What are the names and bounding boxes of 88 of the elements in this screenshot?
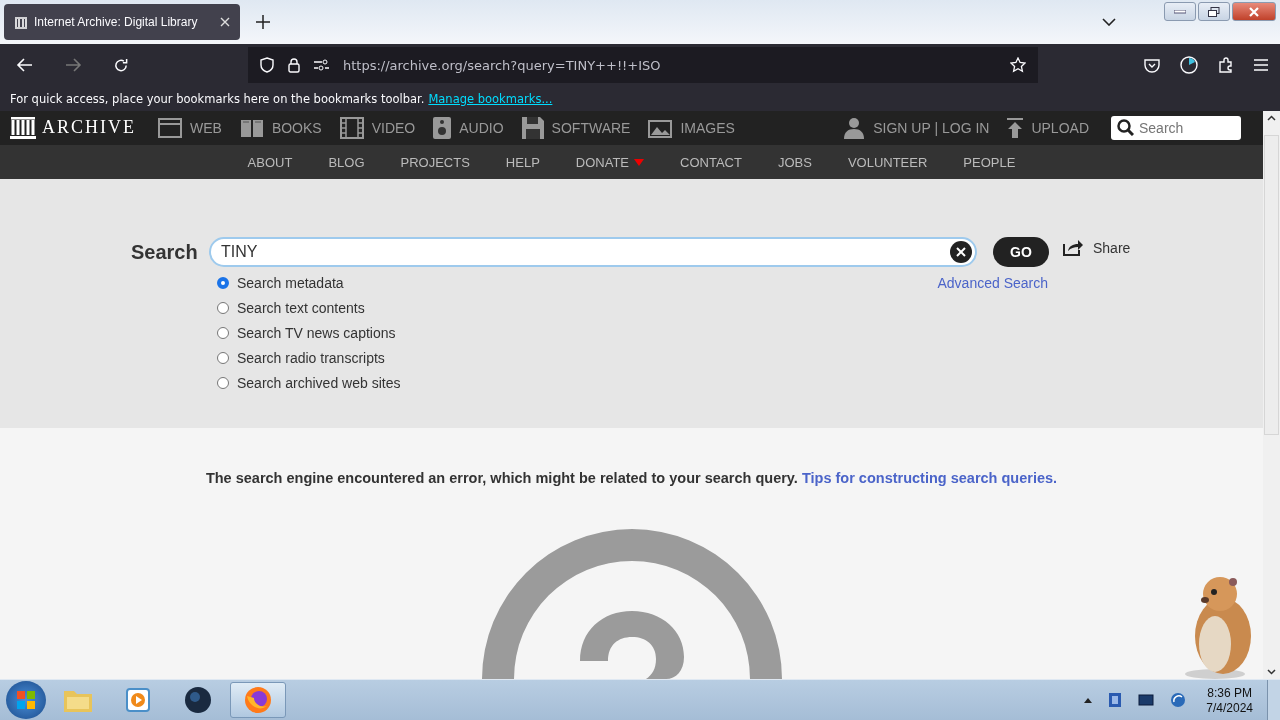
radio-button[interactable] — [217, 327, 229, 340]
radio-button[interactable] — [217, 352, 229, 365]
menu-icon[interactable] — [1254, 59, 1268, 71]
browser-tab[interactable]: Internet Archive: Digital Library — [4, 4, 240, 40]
search-option-radio[interactable]: Search radio transcripts — [217, 348, 401, 369]
columns-icon — [14, 15, 28, 29]
sub-nav-link[interactable]: HELP — [505, 154, 540, 170]
scrollbar[interactable] — [1263, 111, 1280, 679]
puzzle-icon[interactable] — [1218, 57, 1234, 73]
advanced-search-link[interactable]: Advanced Search — [937, 273, 1048, 294]
share-icon — [1063, 239, 1083, 257]
start-button[interactable] — [6, 681, 46, 719]
address-bar[interactable]: https://archive.org/search?query=TINY++!!+ISO — [248, 47, 1038, 83]
search-icon — [1117, 118, 1134, 136]
tray-arrow-icon[interactable] — [1084, 697, 1093, 703]
media-nav-link[interactable]: SOFTWARE — [521, 116, 631, 139]
search-label: Search — [131, 240, 197, 264]
tab-title: Internet Archive: Digital Library — [34, 15, 199, 29]
sub-nav-link[interactable]: PROJECTS — [400, 154, 470, 170]
shield-icon — [260, 57, 274, 73]
scroll-thumb[interactable] — [1264, 135, 1279, 435]
search-option-radio[interactable]: Search TV news captions — [217, 323, 401, 344]
clear-icon[interactable] — [950, 241, 972, 264]
windows-logo-icon — [14, 688, 38, 712]
network-icon[interactable] — [1170, 692, 1187, 708]
taskbar-app[interactable] — [230, 682, 286, 718]
close-icon — [1249, 6, 1259, 17]
media-nav-link[interactable]: IMAGES — [648, 117, 735, 138]
bookmarks-hint: For quick access, place your bookmarks here on the bookmarks toolbar. — [10, 91, 425, 106]
image-icon — [648, 117, 673, 138]
url-text: https://archive.org/search?query=TINY++!!+ISO — [343, 57, 661, 73]
manage-bookmarks-link[interactable]: Manage bookmarks... — [428, 91, 553, 106]
sign-up-log-in-link[interactable]: SIGN UP | LOG IN — [843, 116, 990, 139]
sub-nav-link[interactable]: VOLUNTEER — [847, 154, 928, 170]
sliders-icon — [314, 59, 329, 71]
pocket-icon[interactable] — [1144, 57, 1160, 73]
error-message: The search engine encountered an error, which might be related to your search query. Tips for constructing search queries. — [205, 470, 1058, 486]
restore-icon — [1208, 6, 1220, 17]
film-strip-icon — [339, 116, 364, 139]
search-option-radio[interactable]: Search metadata — [217, 273, 401, 294]
document-icon[interactable] — [1108, 692, 1123, 708]
scroll-down-icon[interactable] — [1267, 669, 1276, 675]
sub-nav-link[interactable]: CONTACT — [680, 154, 742, 170]
monitor-icon[interactable] — [1138, 693, 1155, 707]
upload-link[interactable]: UPLOAD — [1007, 117, 1089, 138]
sub-nav-link[interactable]: ABOUT — [247, 154, 293, 170]
clock-date[interactable]: 7/4/2024 — [1206, 700, 1253, 715]
close-icon[interactable] — [220, 17, 230, 27]
radio-button[interactable] — [217, 377, 229, 390]
media-nav-link[interactable]: BOOKS — [239, 117, 322, 138]
upload-arrow-icon — [1007, 117, 1024, 138]
archive-building-icon[interactable] — [10, 116, 36, 139]
browser-window-icon — [158, 117, 182, 138]
scroll-up-icon[interactable] — [1267, 115, 1276, 121]
search-tips-link[interactable]: Tips for constructing search queries. — [801, 470, 1058, 486]
play-icon — [125, 687, 151, 713]
lock-icon — [288, 57, 300, 73]
reload-icon[interactable] — [112, 57, 130, 73]
search-query-field[interactable]: TINY — [209, 237, 977, 268]
minimize-icon — [1174, 9, 1186, 14]
account-circle-icon[interactable] — [1180, 56, 1198, 74]
star-icon[interactable] — [1010, 57, 1026, 73]
media-nav-link[interactable]: AUDIO — [433, 116, 504, 139]
clock-time[interactable]: 8:36 PM — [1207, 685, 1252, 700]
share-button[interactable]: Share — [1063, 239, 1131, 257]
sub-nav-link[interactable]: BLOG — [328, 154, 365, 170]
logo-wordmark[interactable]: ARCHIVE — [42, 117, 136, 139]
speaker-icon — [433, 116, 452, 139]
restore-button[interactable] — [1198, 2, 1230, 21]
person-icon — [843, 116, 866, 139]
close-button[interactable] — [1232, 2, 1276, 21]
radio-button[interactable] — [217, 277, 229, 290]
plus-icon[interactable] — [256, 15, 270, 29]
book-icon — [239, 117, 264, 138]
sub-nav-link[interactable]: JOBS — [777, 154, 812, 170]
sub-nav-link[interactable]: DONATE — [575, 154, 645, 170]
sub-nav-link[interactable]: PEOPLE — [963, 154, 1016, 170]
site-search-field[interactable]: Search — [1111, 115, 1241, 140]
chevron-down-icon[interactable] — [1102, 18, 1116, 26]
search-option-radio[interactable]: Search archived web sites — [217, 373, 401, 394]
firefox-icon — [244, 686, 272, 714]
forward-icon[interactable] — [64, 58, 82, 72]
media-nav-link[interactable]: WEB — [158, 117, 222, 138]
go-button[interactable]: GO — [993, 237, 1049, 268]
radio-button[interactable] — [217, 302, 229, 315]
back-icon[interactable] — [16, 58, 34, 72]
search-option-radio[interactable]: Search text contents — [217, 298, 401, 319]
media-nav-link[interactable]: VIDEO — [339, 116, 416, 139]
